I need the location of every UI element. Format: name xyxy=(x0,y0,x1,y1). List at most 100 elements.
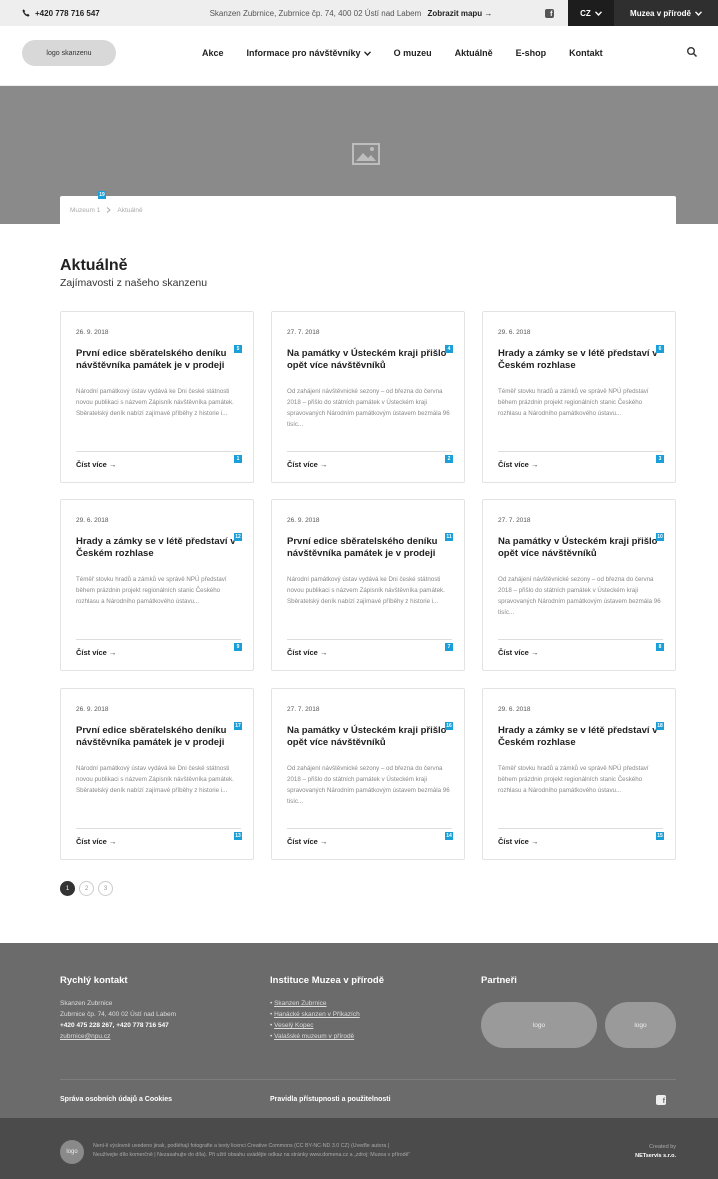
site-logo[interactable]: logo skanzenu xyxy=(22,40,116,66)
card-text: Od zahájení návštěvnické sezony – od bře… xyxy=(287,765,450,805)
footer-contact: Rychlý kontakt Skanzen Zubrnice Zubrnice… xyxy=(60,975,176,1042)
language-select[interactable]: CZ xyxy=(568,0,614,26)
footer-contact-phones: +420 475 228 267, +420 778 716 547 xyxy=(60,1022,169,1029)
news-card[interactable]: 27. 7. 2018 Na památky v Ústeckém kraji … xyxy=(271,688,465,860)
card-divider xyxy=(498,639,663,640)
read-more-link[interactable]: Číst více → xyxy=(76,837,116,846)
card-title[interactable]: První edice sběratelského deníku návštěv… xyxy=(76,348,246,372)
card-divider xyxy=(498,828,663,829)
footer-institutions-heading: Instituce Muzea v přírodě xyxy=(270,975,385,986)
phone-contact[interactable]: +420 778 716 547 xyxy=(0,9,190,18)
card-date: 29. 6. 2018 xyxy=(76,517,109,524)
nav-item-aktualne[interactable]: Aktuálně xyxy=(455,48,493,58)
read-more-link[interactable]: Číst více → xyxy=(287,837,327,846)
footer-institution-link[interactable]: Valašské muzeum v přírodě xyxy=(274,1033,354,1040)
nav-item-o-muzeu[interactable]: O muzeu xyxy=(394,48,432,58)
card-title-badge: 4 xyxy=(445,345,453,353)
card-title-badge: 10 xyxy=(656,533,664,541)
card-title[interactable]: Hrady a zámky se v létě představí v Česk… xyxy=(498,725,668,749)
card-title[interactable]: Na památky v Ústeckém kraji přišlo opět … xyxy=(287,348,457,372)
card-more-badge: 13 xyxy=(234,832,242,840)
card-divider xyxy=(76,639,241,640)
museums-label: Muzea v přírodě xyxy=(630,8,691,18)
card-divider xyxy=(76,451,241,452)
footer: Rychlý kontakt Skanzen Zubrnice Zubrnice… xyxy=(0,943,718,1179)
phone-icon xyxy=(22,9,30,17)
read-more-link[interactable]: Číst více → xyxy=(76,648,116,657)
news-card[interactable]: 26. 9. 2018 První edice sběratelského de… xyxy=(271,499,465,671)
privacy-link[interactable]: Správa osobních údajů a Cookies xyxy=(60,1096,172,1103)
news-card[interactable]: 29. 6. 2018 Hrady a zámky se v létě před… xyxy=(482,688,676,860)
address-text: Skanzen Zubrnice, Zubrnice čp. 74, 400 0… xyxy=(209,8,422,18)
created-by: Created by NETservis s.r.o. xyxy=(635,1143,676,1161)
footer-contact-email[interactable]: zubrnice@npu.cz xyxy=(60,1033,110,1040)
card-divider xyxy=(76,828,241,829)
read-more-link[interactable]: Číst více → xyxy=(498,648,538,657)
card-text: Od zahájení návštěvnické sezony – od bře… xyxy=(498,576,661,616)
card-text: Od zahájení návštěvnické sezony – od bře… xyxy=(287,388,450,428)
creator-link[interactable]: NETservis s.r.o. xyxy=(635,1153,676,1159)
card-date: 26. 9. 2018 xyxy=(76,329,109,336)
read-more-link[interactable]: Číst více → xyxy=(498,460,538,469)
language-label: CZ xyxy=(580,8,591,18)
page-title: Aktuálně xyxy=(60,257,128,274)
partner-logo[interactable]: logo xyxy=(481,1002,597,1048)
card-title-badge: 18 xyxy=(656,722,664,730)
card-title-badge: 5 xyxy=(234,345,242,353)
card-title[interactable]: První edice sběratelského deníku návštěv… xyxy=(76,725,246,749)
news-card[interactable]: 26. 9. 2018 První edice sběratelského de… xyxy=(60,688,254,860)
page-1-button[interactable]: 1 xyxy=(60,881,75,896)
card-text: Téměř stovku hradů a zámků ve správě NPÚ… xyxy=(498,765,649,794)
nav-menu: Akce Informace pro návštěvníky O muzeu A… xyxy=(202,26,603,80)
facebook-link[interactable]: f xyxy=(542,8,556,18)
footer-bottom: logo Není-li výslovně uvedeno jinak, pod… xyxy=(0,1118,718,1179)
footer-facebook-link[interactable]: f xyxy=(656,1095,666,1105)
nav-item-kontakt[interactable]: Kontakt xyxy=(569,48,603,58)
card-divider xyxy=(287,828,452,829)
news-card[interactable]: 27. 7. 2018 Na památky v Ústeckém kraji … xyxy=(482,499,676,671)
read-more-link[interactable]: Číst více → xyxy=(287,460,327,469)
footer-divider xyxy=(60,1079,676,1080)
news-card[interactable]: 29. 6. 2018 Hrady a zámky se v létě před… xyxy=(60,499,254,671)
card-divider xyxy=(287,639,452,640)
footer-institution-link[interactable]: Hanácké skanzen v Příkazích xyxy=(274,1011,360,1018)
map-link[interactable]: Zobrazit mapu → xyxy=(428,9,493,18)
card-title[interactable]: Hrady a zámky se v létě představí v Česk… xyxy=(76,536,246,560)
created-by-label: Created by xyxy=(649,1144,676,1150)
read-more-link[interactable]: Číst více → xyxy=(76,460,116,469)
nav-item-informace-label: Informace pro návštěvníky xyxy=(246,48,361,58)
footer-logo[interactable]: logo xyxy=(60,1140,84,1164)
card-date: 27. 7. 2018 xyxy=(287,329,320,336)
nav-item-eshop[interactable]: E-shop xyxy=(516,48,547,58)
museums-menu[interactable]: Muzea v přírodě xyxy=(614,0,718,26)
card-date: 29. 6. 2018 xyxy=(498,329,531,336)
nav-item-akce[interactable]: Akce xyxy=(202,48,224,58)
card-text: Národní památkový ústav vydává ke Dni če… xyxy=(76,765,234,794)
news-card[interactable]: 26. 9. 2018 První edice sběratelského de… xyxy=(60,311,254,483)
card-more-badge: 15 xyxy=(656,832,664,840)
news-card[interactable]: 27. 7. 2018 Na památky v Ústeckém kraji … xyxy=(271,311,465,483)
read-more-link[interactable]: Číst více → xyxy=(498,837,538,846)
search-icon[interactable] xyxy=(686,46,698,58)
footer-institution-link[interactable]: Veselý Kopec xyxy=(274,1022,313,1029)
pagination: 1 2 3 xyxy=(60,881,113,896)
nav-item-informace[interactable]: Informace pro návštěvníky xyxy=(247,48,371,58)
image-placeholder-icon xyxy=(352,143,380,165)
breadcrumb-item-home[interactable]: Muzeum 1 xyxy=(70,207,100,214)
footer-institution-link[interactable]: Skanzen Zubrnice xyxy=(274,1000,326,1007)
footer-contact-heading: Rychlý kontakt xyxy=(60,975,128,986)
card-text: Národní památkový ústav vydává ke Dni če… xyxy=(287,576,445,605)
footer-partners: Partneři xyxy=(481,975,517,998)
page-3-button[interactable]: 3 xyxy=(98,881,113,896)
page-subtitle: Zajímavosti z našeho skanzenu xyxy=(60,277,208,289)
card-title[interactable]: Hrady a zámky se v létě představí v Česk… xyxy=(498,348,668,372)
partner-logo[interactable]: logo xyxy=(605,1002,676,1048)
card-title[interactable]: Na památky v Ústeckém kraji přišlo opět … xyxy=(498,536,668,560)
card-date: 27. 7. 2018 xyxy=(287,706,320,713)
accessibility-link[interactable]: Pravidla přístupnosti a použitelnosti xyxy=(270,1096,391,1103)
read-more-link[interactable]: Číst více → xyxy=(287,648,327,657)
card-title[interactable]: První edice sběratelského deníku návštěv… xyxy=(287,536,457,560)
card-title[interactable]: Na památky v Ústeckém kraji přišlo opět … xyxy=(287,725,457,749)
page-2-button[interactable]: 2 xyxy=(79,881,94,896)
news-card[interactable]: 29. 6. 2018 Hrady a zámky se v létě před… xyxy=(482,311,676,483)
